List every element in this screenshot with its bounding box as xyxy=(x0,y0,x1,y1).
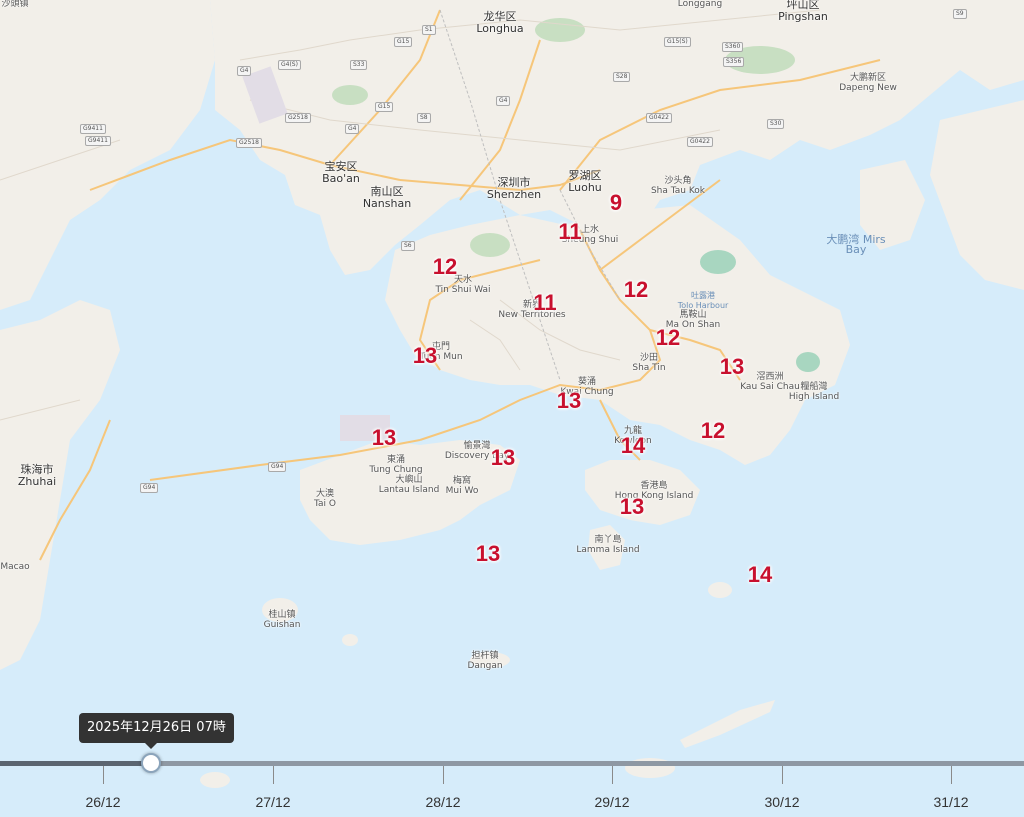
road-shield: S356 xyxy=(723,57,745,67)
slider-handle[interactable] xyxy=(141,753,161,773)
road-shield: S8 xyxy=(417,113,431,123)
temperature-marker[interactable]: 12 xyxy=(433,254,457,280)
slider-tick xyxy=(443,766,444,784)
date-label[interactable]: 28/12 xyxy=(425,794,460,810)
road-shield: S33 xyxy=(350,60,368,70)
place-label: 担杆镇 Dangan xyxy=(467,651,503,671)
place-label: 大鹏湾 Mirs Bay xyxy=(826,233,886,256)
date-label[interactable]: 27/12 xyxy=(255,794,290,810)
slider-track-fill xyxy=(0,761,150,766)
road-shield: G15 xyxy=(394,37,413,47)
road-shield: S9 xyxy=(953,9,967,19)
road-shield: G0422 xyxy=(687,137,713,147)
place-label: 坪山区 Pingshan xyxy=(778,0,828,23)
road-shield: G15 xyxy=(375,102,394,112)
temperature-marker[interactable]: 11 xyxy=(533,290,556,316)
place-label: 珠海市 Zhuhai xyxy=(17,463,57,488)
place-label: 深圳市 Shenzhen xyxy=(486,176,542,201)
road-shield: S360 xyxy=(722,42,744,52)
time-slider[interactable] xyxy=(0,740,1024,817)
time-tooltip: 2025年12月26日 07時 xyxy=(79,713,234,749)
temperature-marker[interactable]: 13 xyxy=(557,388,581,414)
place-label: 南丫島 Lamma Island xyxy=(576,535,640,555)
date-label[interactable]: 26/12 xyxy=(85,794,120,810)
place-label: 沙頭镇 xyxy=(1,0,29,9)
road-shield: G94 xyxy=(140,483,159,493)
slider-tick xyxy=(103,766,104,784)
road-shield: G94 xyxy=(268,462,287,472)
slider-tick xyxy=(951,766,952,784)
temperature-marker[interactable]: 12 xyxy=(656,325,680,351)
place-label: 吐露港 Tolo Harbour xyxy=(677,291,729,310)
place-label: 宝安区 Bao'an xyxy=(322,160,360,185)
temperature-marker[interactable]: 14 xyxy=(621,433,645,459)
road-shield: G4 xyxy=(345,124,360,134)
temperature-marker[interactable]: 13 xyxy=(413,343,437,369)
place-label: 沙头角 Sha Tau Kok xyxy=(650,176,706,196)
place-label: 東涌 Tung Chung xyxy=(369,455,423,475)
slider-tick xyxy=(273,766,274,784)
date-label[interactable]: 29/12 xyxy=(594,794,629,810)
place-label: 大澳 Tai O xyxy=(314,489,336,509)
temperature-marker[interactable]: 9 xyxy=(610,190,622,216)
date-label[interactable]: 31/12 xyxy=(933,794,968,810)
temperature-marker[interactable]: 14 xyxy=(748,562,772,588)
place-label: Macao xyxy=(0,562,30,572)
road-shield: S1 xyxy=(422,25,436,35)
temperature-marker[interactable]: 13 xyxy=(476,541,500,567)
place-label: 龙华区 Longhua xyxy=(476,10,524,35)
road-shield: G4(S) xyxy=(278,60,301,70)
slider-tick xyxy=(612,766,613,784)
temperature-marker[interactable]: 13 xyxy=(491,445,515,471)
road-shield: G9411 xyxy=(80,124,106,134)
weather-map[interactable]: 龙华区 Longhua Longgang 坪山区 Pingshan 大鹏新区 Dape… xyxy=(0,0,1024,817)
road-shield: G15(S) xyxy=(664,37,691,47)
temperature-marker[interactable]: 11 xyxy=(558,219,581,245)
place-label: 沙田 Sha Tin xyxy=(632,353,666,373)
basemap xyxy=(0,0,1024,817)
road-shield: G4 xyxy=(496,96,511,106)
place-label: 大鹏新区 Dapeng New xyxy=(839,73,897,93)
place-label: Longgang xyxy=(677,0,723,9)
temperature-marker[interactable]: 13 xyxy=(620,494,644,520)
place-label: 罗湖区 Luohu xyxy=(568,169,602,194)
temperature-marker[interactable]: 12 xyxy=(624,277,648,303)
road-shield: S30 xyxy=(767,119,785,129)
road-shield: G0422 xyxy=(646,113,672,123)
place-label: 桂山镇 Guishan xyxy=(263,610,301,630)
place-label: 糧船灣 High Island xyxy=(788,382,840,402)
temperature-marker[interactable]: 13 xyxy=(372,425,396,451)
road-shield: G2518 xyxy=(285,113,311,123)
road-shield: S28 xyxy=(613,72,631,82)
road-shield: G4 xyxy=(237,66,252,76)
place-label: 南山区 Nanshan xyxy=(362,185,412,210)
date-label[interactable]: 30/12 xyxy=(764,794,799,810)
road-shield: G2518 xyxy=(236,138,262,148)
place-label: 梅窩 Mui Wo xyxy=(445,476,479,496)
place-label: 大嶼山 Lantau Island xyxy=(378,475,440,495)
slider-tick xyxy=(782,766,783,784)
road-shield: S6 xyxy=(401,241,415,251)
temperature-marker[interactable]: 13 xyxy=(720,354,744,380)
road-shield: G9411 xyxy=(85,136,111,146)
temperature-marker[interactable]: 12 xyxy=(701,418,725,444)
